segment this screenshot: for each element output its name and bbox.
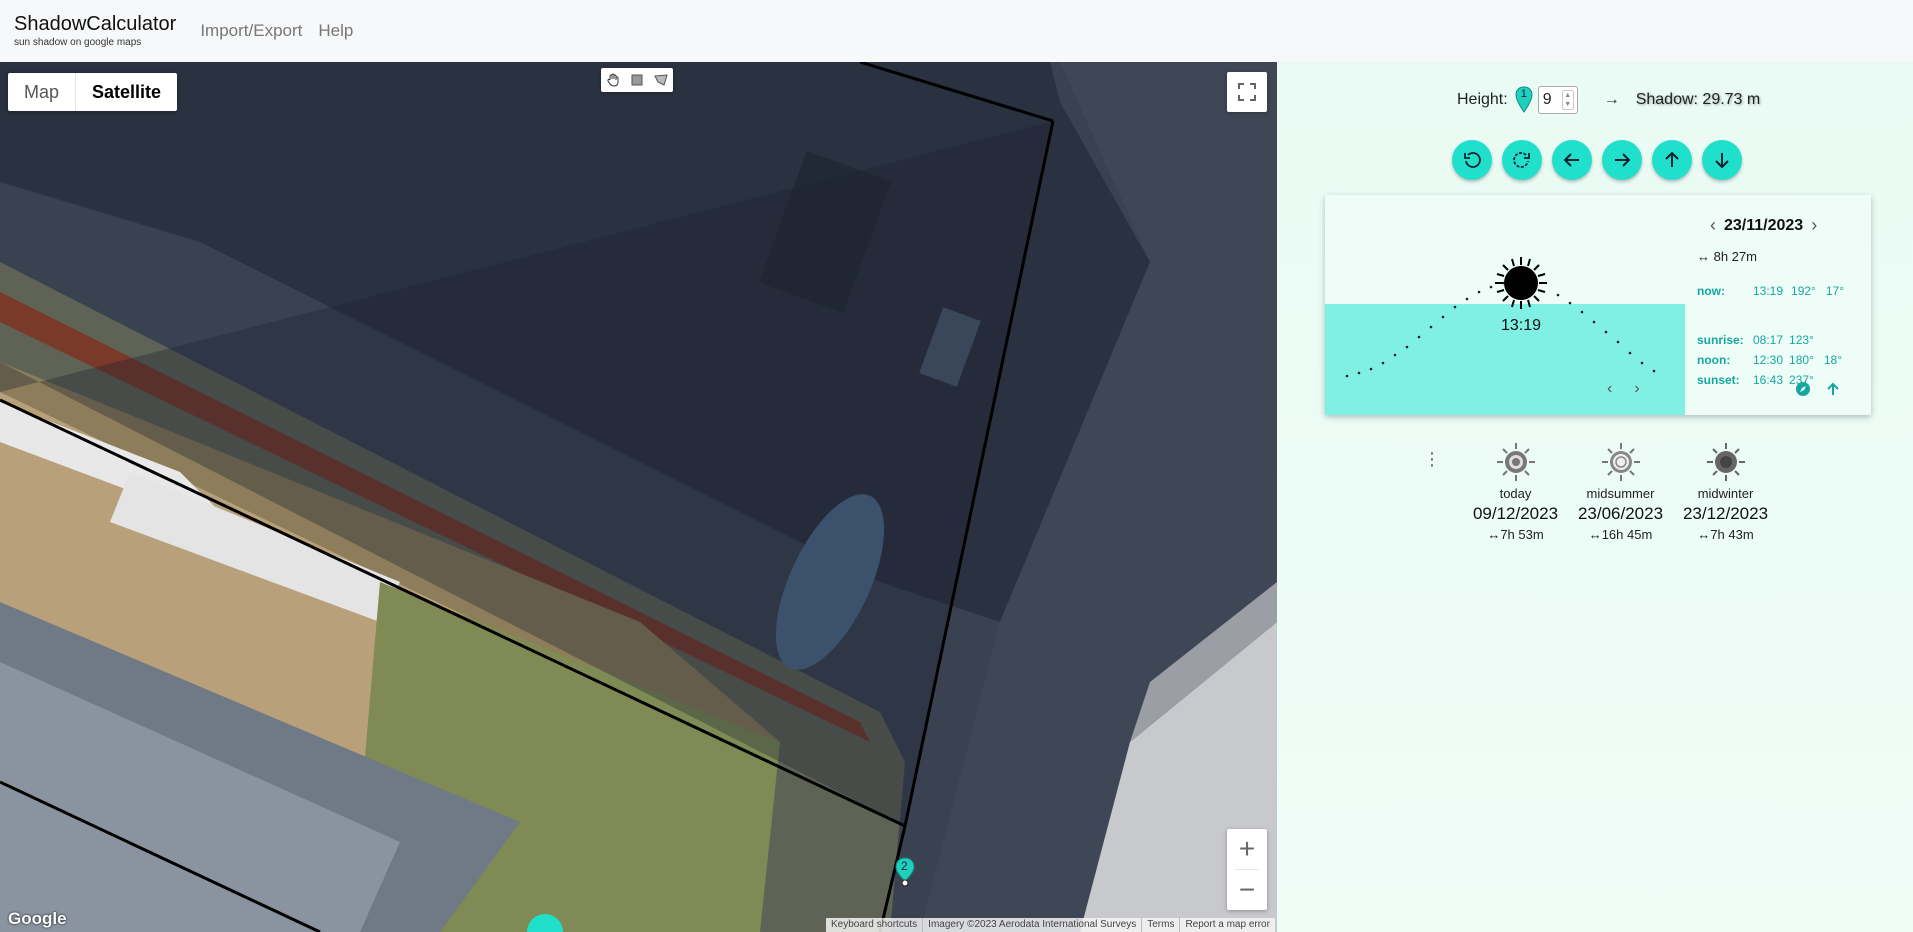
day-length: ↔ 8h 27m <box>1697 249 1757 264</box>
rotate-right-button[interactable] <box>1502 140 1542 180</box>
preset-today-date: 09/12/2023 <box>1472 504 1559 523</box>
preset-midwinter-length: ↔7h 43m <box>1697 527 1754 542</box>
shadow-length: Shadow: 29.73 m <box>1635 91 1761 108</box>
time-back-button[interactable]: ‹ <box>1607 380 1612 398</box>
north-arrow-icon[interactable] <box>1825 381 1841 397</box>
date-navigator: ‹ 23/11/2023 › <box>1702 215 1825 236</box>
report-error-link[interactable]: Report a map error <box>1179 918 1274 932</box>
sunrise-row: sunrise: 08:17 123° <box>1697 333 1820 347</box>
hand-icon[interactable] <box>604 71 622 89</box>
now-elevation: 17° <box>1825 284 1845 298</box>
move-right-button[interactable] <box>1602 140 1642 180</box>
fullscreen-button[interactable] <box>1227 72 1267 112</box>
now-azimuth: 192° <box>1791 284 1816 298</box>
sun-icon <box>1495 257 1547 309</box>
noon-elevation: 18° <box>1823 353 1843 367</box>
current-time-label: 13:19 <box>1501 317 1542 334</box>
imagery-credit: Imagery ©2023 Aerodata International Sur… <box>922 918 1141 932</box>
sunset-time: 16:43 <box>1753 373 1784 387</box>
top-bar: ShadowCalculator sun shadow on google ma… <box>0 0 1913 62</box>
preset-today[interactable]: today 09/12/2023 ↔7h 53m <box>1463 442 1568 542</box>
date-presets: · · · today 09/12/2023 ↔7h 53m midsummer 2… <box>1425 442 1778 542</box>
next-day-button[interactable]: › <box>1803 215 1825 236</box>
noon-row: noon: 12:30 180° 18° <box>1697 353 1848 367</box>
now-label: now: <box>1697 284 1725 298</box>
noon-azimuth: 180° <box>1789 353 1814 367</box>
satellite-map[interactable]: Map Satellite 2 + − Google Keyboard shor… <box>0 62 1277 932</box>
zoom-control: + − <box>1227 829 1267 910</box>
map-attribution: Keyboard shortcuts Imagery ©2023 Aerodat… <box>826 918 1275 932</box>
app-brand[interactable]: ShadowCalculator sun shadow on google ma… <box>14 14 176 48</box>
terms-link[interactable]: Terms <box>1141 918 1179 932</box>
map-marker-2-label: 2 <box>901 859 908 873</box>
map-marker-2[interactable]: 2 <box>894 857 916 887</box>
preset-today-label: today <box>1499 486 1532 501</box>
arrow-right-icon <box>1615 153 1631 167</box>
selected-date[interactable]: 23/11/2023 <box>1724 217 1803 235</box>
nav-import-export[interactable]: Import/Export <box>200 21 302 41</box>
preset-midsummer-length: ↔16h 45m <box>1588 527 1653 542</box>
arrow-down-icon <box>1715 153 1729 169</box>
zoom-out-button[interactable]: − <box>1227 870 1267 910</box>
height-input[interactable]: 9 ▲ ▼ <box>1537 86 1578 114</box>
sunset-label: sunset: <box>1697 373 1740 387</box>
preset-midwinter-date: 23/12/2023 <box>1682 504 1769 523</box>
preset-midsummer-date: 23/06/2023 <box>1577 504 1664 523</box>
preset-today-length: ↔7h 53m <box>1487 527 1544 542</box>
sunrise-azimuth: 123° <box>1789 333 1814 347</box>
height-label: Height: <box>1457 91 1508 108</box>
height-spinner[interactable]: ▲ ▼ <box>1561 90 1574 110</box>
app-title: ShadowCalculator <box>14 13 177 35</box>
map-type-satellite-button[interactable]: Satellite <box>75 73 177 111</box>
height-arrow: → <box>1603 91 1620 108</box>
time-step-arrows: ‹ › <box>1607 380 1640 398</box>
move-left-button[interactable] <box>1552 140 1592 180</box>
fullscreen-icon <box>1238 83 1256 101</box>
sunrise-time: 08:17 <box>1753 333 1784 347</box>
keyboard-shortcuts-link[interactable]: Keyboard shortcuts <box>826 918 922 932</box>
preset-midsummer-label: midsummer <box>1586 486 1655 501</box>
time-forward-button[interactable]: › <box>1634 380 1639 398</box>
sun-panel: Height: 1 9 ▲ ▼ → Shadow: 29.73 m 13:19 … <box>1277 62 1913 932</box>
app-subtitle: sun shadow on google maps <box>14 37 142 48</box>
satellite-imagery <box>0 62 1277 932</box>
more-options-icon[interactable]: · · · <box>1425 443 1439 475</box>
now-row: now: 13:19 192° 17° <box>1697 284 1850 298</box>
sunrise-label: sunrise: <box>1697 333 1744 347</box>
marker-1-label: 1 <box>1520 88 1527 100</box>
zoom-in-button[interactable]: + <box>1227 829 1267 869</box>
drawing-toolbar <box>601 68 673 92</box>
rotate-left-button[interactable] <box>1452 140 1492 180</box>
google-logo[interactable]: Google <box>8 909 67 929</box>
preset-midwinter[interactable]: midwinter 23/12/2023 ↔7h 43m <box>1673 442 1778 542</box>
move-down-button[interactable] <box>1702 140 1742 180</box>
move-up-button[interactable] <box>1652 140 1692 180</box>
height-value: 9 <box>1542 91 1552 108</box>
polygon-icon[interactable] <box>652 71 670 89</box>
height-row: Height: 1 9 ▲ ▼ → Shadow: 29.73 m <box>1457 86 1760 114</box>
rotate-right-icon <box>1513 152 1530 168</box>
preset-midsummer[interactable]: midsummer 23/06/2023 ↔16h 45m <box>1568 442 1673 542</box>
map-type-map-button[interactable]: Map <box>8 73 75 111</box>
sun-today-icon <box>1496 443 1535 481</box>
now-time: 13:19 <box>1753 284 1784 298</box>
compass-icon[interactable] <box>1795 381 1811 397</box>
noon-time: 12:30 <box>1753 353 1784 367</box>
sun-midwinter-icon <box>1706 443 1745 481</box>
preset-midwinter-label: midwinter <box>1697 486 1754 501</box>
map-type-control: Map Satellite <box>8 73 178 111</box>
prev-day-button[interactable]: ‹ <box>1702 215 1724 236</box>
marker-1-icon: 1 <box>1514 86 1534 114</box>
control-buttons <box>1452 140 1742 180</box>
card-icons <box>1795 381 1841 397</box>
noon-label: noon: <box>1697 353 1731 367</box>
sun-midsummer-icon <box>1601 443 1640 481</box>
rotate-left-icon <box>1464 152 1481 168</box>
arrow-up-icon <box>1665 151 1679 167</box>
sun-path-card: 13:19 ‹ 23/11/2023 › ↔ 8h 27m now: 13:19… <box>1325 195 1871 415</box>
nav-help[interactable]: Help <box>318 21 353 41</box>
rectangle-icon[interactable] <box>628 71 646 89</box>
arrow-left-icon <box>1563 153 1579 167</box>
